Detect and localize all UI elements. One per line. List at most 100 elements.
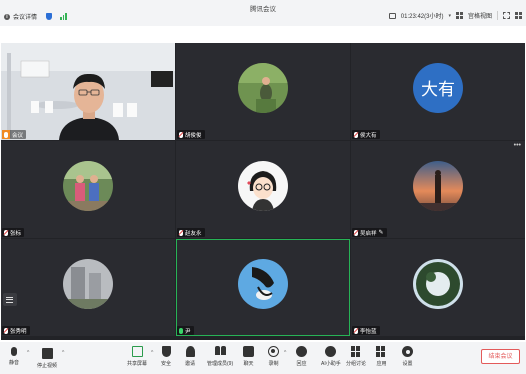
fullscreen-icon[interactable] [503, 12, 510, 19]
participant-name: 张秀明 [10, 328, 27, 335]
grid-view-icon[interactable] [455, 12, 463, 19]
security-shield-icon[interactable] [46, 13, 53, 20]
video-tile[interactable]: 张秀明 [1, 239, 175, 336]
apps-label: 应用 [376, 361, 387, 367]
participant-nameplate: 赵友永 [177, 228, 205, 237]
participant-name: 会议 [12, 132, 24, 139]
members-icon [214, 346, 226, 357]
avatar-cartoon [238, 160, 288, 211]
avatar-photo [63, 160, 113, 211]
camera-feed [1, 43, 175, 140]
mic-muted-icon [4, 229, 8, 236]
video-tile[interactable]: 赵友永 [176, 141, 350, 238]
participant-nameplate: 张秀明 [2, 326, 30, 335]
avatar-initials: 大有 [421, 80, 455, 100]
video-tile[interactable]: 张标 [1, 141, 175, 238]
shield-icon [161, 346, 171, 357]
participant-name: 张标 [10, 230, 22, 237]
chat-button[interactable]: 聊天 [243, 346, 254, 367]
apps-button[interactable]: 应用 [376, 346, 387, 367]
participant-nameplate: 侯大有 [352, 130, 380, 139]
record-icon [268, 346, 279, 357]
avatar [238, 62, 288, 113]
video-options-chevron-icon[interactable]: ^ [62, 350, 64, 356]
participant-nameplate: 会议 [2, 130, 27, 139]
mute-button[interactable]: 静音 [9, 346, 19, 366]
share-label: 共享屏幕 [127, 361, 148, 367]
mic-muted-icon [179, 229, 183, 236]
video-tile[interactable]: 胡俊俊 [176, 43, 350, 140]
chat-label: 聊天 [243, 361, 254, 367]
avatar: 大有 [413, 62, 463, 113]
participant-nameplate: 张标 [2, 228, 25, 237]
window-layout-icon[interactable] [515, 12, 522, 19]
video-grid: 会议 胡俊俊 大有 侯大有 张标 赵友永 吴启祥 ✎ ••• 张秀明 尹 李怡蓝 [1, 43, 525, 340]
security-button[interactable]: 安全 [161, 346, 171, 367]
meeting-info[interactable]: i 会议详情 [4, 12, 67, 21]
breakout-rooms-button[interactable]: 分组讨论 [346, 346, 366, 367]
meeting-toolbar: 静音 ^ 停止视频 ^ 共享屏幕 ^ 安全 邀请 管理成员(9) 聊天 录制 ^… [0, 342, 526, 374]
recording-icon [388, 12, 396, 19]
signal-icon[interactable] [60, 13, 67, 20]
avatar [238, 160, 288, 211]
record-options-chevron-icon[interactable]: ^ [284, 350, 286, 356]
share-screen-icon [131, 346, 143, 357]
info-icon: i [4, 13, 10, 20]
participant-nameplate: 吴启祥 ✎ [352, 228, 387, 237]
breakout-icon [350, 346, 362, 357]
members-label: 管理成员(9) [207, 361, 234, 367]
participant-name: 吴启祥 [360, 230, 377, 237]
ai-assistant-button[interactable]: AI小助手 [321, 346, 341, 367]
host-mic-icon [2, 130, 10, 139]
topbar-controls: 01:23:42(3小时) ▾ 宫格视图 [388, 11, 522, 20]
reactions-button[interactable]: 回应 [296, 346, 307, 367]
stop-video-button[interactable]: 停止视频 [37, 346, 57, 369]
avatar-photo [413, 258, 463, 309]
reactions-label: 回应 [296, 361, 307, 367]
avatar [63, 160, 113, 211]
title-bar: 腾讯会议 i 会议详情 01:23:42(3小时) ▾ 宫格视图 [0, 0, 526, 26]
video-tile[interactable]: 大有 侯大有 [351, 43, 525, 140]
avatar-photo [413, 160, 463, 211]
pencil-icon[interactable]: ✎ [379, 229, 384, 236]
participant-name: 胡俊俊 [185, 132, 202, 139]
more-options-icon[interactable]: ••• [514, 142, 521, 149]
gear-icon [402, 346, 413, 357]
participant-name: 侯大有 [360, 132, 377, 139]
participant-list-toggle[interactable] [3, 293, 17, 306]
manage-members-button[interactable]: 管理成员(9) [207, 346, 233, 367]
breakout-label: 分组讨论 [346, 361, 367, 367]
avatar-photo [238, 258, 288, 309]
end-meeting-button[interactable]: 结束会议 [481, 349, 520, 364]
mic-options-chevron-icon[interactable]: ^ [27, 350, 29, 356]
share-options-chevron-icon[interactable]: ^ [151, 350, 153, 356]
video-tile[interactable]: 李怡蓝 [351, 239, 525, 336]
mic-muted-icon [179, 131, 183, 138]
mic-active-icon [179, 327, 183, 334]
avatar [413, 160, 463, 211]
mic-muted-icon [354, 229, 358, 236]
chevron-down-icon[interactable]: ▾ [448, 13, 451, 19]
mute-label: 静音 [9, 360, 20, 366]
video-tile-host[interactable]: 会议 [1, 43, 175, 140]
avatar [63, 258, 113, 309]
participant-nameplate: 尹 [177, 326, 194, 335]
ai-label: AI小助手 [321, 361, 341, 367]
share-screen-button[interactable]: 共享屏幕 [127, 346, 147, 367]
video-tile-active[interactable]: 尹 [176, 239, 350, 336]
chat-icon [243, 346, 254, 357]
invite-button[interactable]: 邀请 [185, 346, 195, 367]
video-tile[interactable]: 吴启祥 ✎ ••• [351, 141, 525, 238]
security-label: 安全 [161, 361, 172, 367]
camera-icon [41, 348, 53, 359]
participant-nameplate: 李怡蓝 [352, 326, 380, 335]
meeting-info-label: 会议详情 [13, 15, 38, 21]
settings-button[interactable]: 设置 [402, 346, 413, 367]
avatar [238, 258, 288, 309]
view-label[interactable]: 宫格视图 [468, 11, 492, 20]
invite-label: 邀请 [185, 361, 196, 367]
add-user-icon [185, 346, 195, 357]
divider [497, 11, 498, 20]
apps-icon [376, 346, 387, 357]
record-button[interactable]: 录制 [268, 346, 279, 367]
